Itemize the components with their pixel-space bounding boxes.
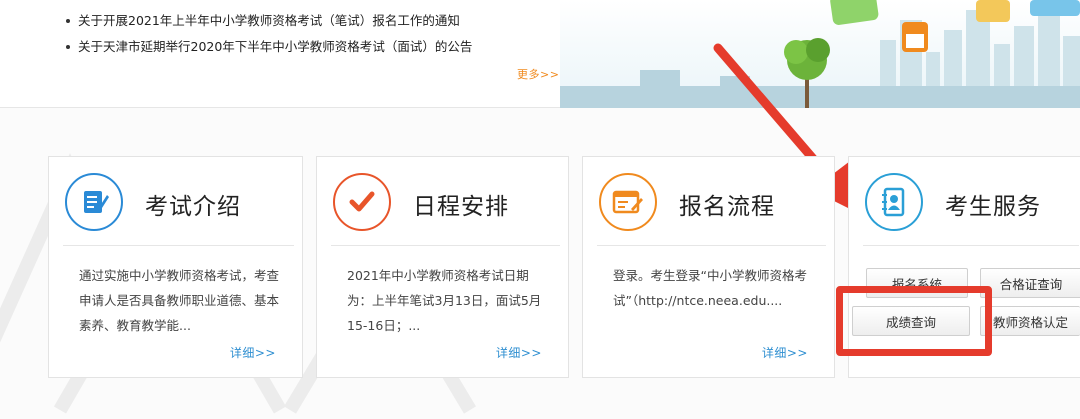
divider	[863, 245, 1079, 246]
teacher-certification-button[interactable]: 教师资格认定	[980, 306, 1080, 336]
card-title: 考生服务	[945, 194, 1041, 220]
news-section: 关于开展2021年上半年中小学教师资格考试（笔试）报名工作的通知 关于天津市延期…	[0, 0, 1080, 108]
news-more-link[interactable]: 更多>>	[517, 66, 559, 82]
contact-book-icon	[865, 173, 923, 231]
card-title: 报名流程	[679, 194, 775, 220]
card-detail-link[interactable]: 详细>>	[496, 344, 542, 361]
news-item[interactable]: 关于开展2021年上半年中小学教师资格考试（笔试）报名工作的通知	[66, 10, 472, 36]
card-title: 考试介绍	[145, 194, 241, 220]
annotation-highlight-box	[836, 286, 992, 356]
card-description: 登录。考生登录“中小学教师资格考试”（http://ntce.neea.edu.…	[613, 268, 807, 308]
card-description: 2021年中小学教师资格考试日期为：上半年笔试3月13日，面试5月15-16日；…	[347, 268, 542, 333]
divider	[63, 245, 294, 246]
card-registration-process: 报名流程 登录。考生登录“中小学教师资格考试”（http://ntce.neea…	[582, 156, 835, 378]
card-detail-link[interactable]: 详细>>	[762, 344, 808, 361]
card-detail-link[interactable]: 详细>>	[230, 344, 276, 361]
divider	[597, 245, 826, 246]
card-schedule: 日程安排 2021年中小学教师资格考试日期为：上半年笔试3月13日，面试5月15…	[316, 156, 569, 378]
certificate-query-button[interactable]: 合格证查询	[980, 268, 1080, 298]
card-exam-intro: 考试介绍 通过实施中小学教师资格考试，考查申请人是否具备教师职业道德、基本素养、…	[48, 156, 303, 378]
checkmark-icon	[333, 173, 391, 231]
card-title: 日程安排	[413, 194, 509, 220]
document-edit-icon	[65, 173, 123, 231]
card-description: 通过实施中小学教师资格考试，考查申请人是否具备教师职业道德、基本素养、教育教学能…	[79, 268, 280, 333]
news-item[interactable]: 关于天津市延期举行2020年下半年中小学教师资格考试（面试）的公告	[66, 36, 472, 62]
form-edit-icon	[599, 173, 657, 231]
news-list: 关于开展2021年上半年中小学教师资格考试（笔试）报名工作的通知 关于天津市延期…	[66, 10, 472, 62]
divider	[331, 245, 560, 246]
